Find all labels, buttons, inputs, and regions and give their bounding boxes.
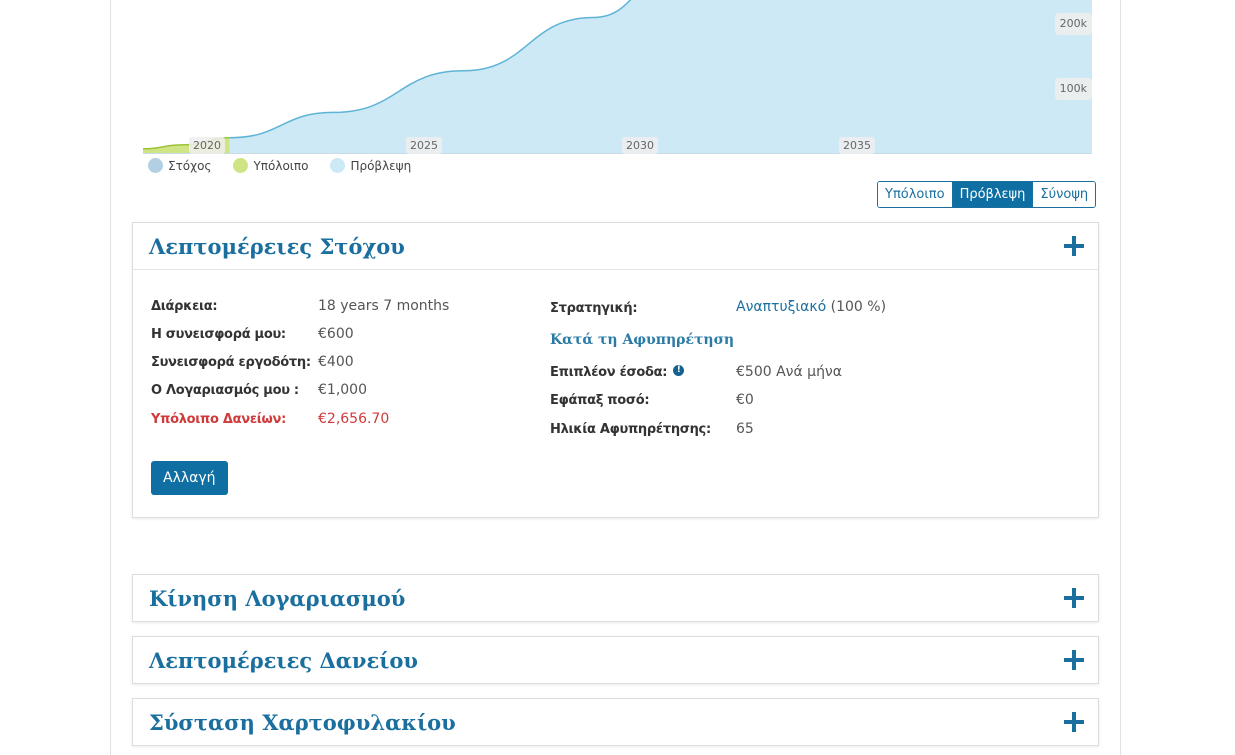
my-account-value: €1,000 [318, 382, 367, 398]
legend-label: Υπόλοιπο [253, 158, 309, 173]
forecast-area [229, 0, 1092, 154]
legend-dot-icon [233, 158, 249, 173]
x-tick-label: 2025 [406, 137, 442, 154]
loan-details-header[interactable]: Λεπτομέρειες Δανείου [133, 637, 1098, 683]
x-tick-label: 2030 [622, 137, 658, 154]
loan-balance-label: Υπόλοιπο Δανείων: [151, 412, 286, 427]
employer-contribution-label: Συνεισφορά εργοδότη: [151, 355, 311, 370]
toggle-summary-button[interactable]: Σύνοψη [1033, 182, 1096, 207]
my-contribution-value: €600 [318, 326, 354, 342]
duration-label: Διάρκεια: [151, 299, 218, 314]
expand-plus-icon[interactable] [1064, 650, 1084, 670]
change-button[interactable]: Αλλαγή [151, 461, 228, 495]
portfolio-recommendation-header[interactable]: Σύσταση Χαρτοφυλακίου [133, 699, 1098, 745]
panel-title: Σύσταση Χαρτοφυλακίου [149, 709, 456, 735]
strategy-link[interactable]: Αναπτυξιακό [736, 299, 826, 315]
y-tick-label: 200k [1054, 13, 1092, 35]
account-movement-panel: Κίνηση Λογαριασμού [132, 574, 1099, 622]
retirement-heading: Κατά τη Αφυπηρέτηση [550, 332, 735, 348]
chart-svg [142, 0, 1092, 154]
legend-dot-icon [148, 158, 163, 173]
x-tick-label: 2020 [189, 137, 225, 154]
legend-label: Στόχος [168, 158, 212, 173]
goal-details-panel: Λεπτομέρειες Στόχου Διάρκεια: 18 years 7… [132, 222, 1099, 518]
panel-title: Λεπτομέρειες Δανείου [149, 647, 418, 673]
my-contribution-label: Η συνεισφορά μου: [151, 327, 286, 342]
panel-title: Κίνηση Λογαριασμού [149, 585, 406, 611]
portfolio-recommendation-panel: Σύσταση Χαρτοφυλακίου [132, 698, 1099, 746]
extra-income-label: Επιπλέον έσοδα:! [550, 365, 685, 380]
legend-item-target[interactable]: Στόχος [148, 158, 211, 173]
toggle-balance-button[interactable]: Υπόλοιπο [878, 182, 953, 207]
goal-details-header[interactable]: Λεπτομέρειες Στόχου [133, 223, 1098, 269]
legend-item-forecast[interactable]: Πρόβλεψη [330, 158, 411, 173]
extra-income-label-text: Επιπλέον έσοδα: [550, 365, 668, 380]
y-tick-label: 100k [1054, 78, 1092, 100]
employer-contribution-value: €400 [318, 354, 354, 370]
chart-legend: Στόχος Υπόλοιπο Πρόβλεψη [148, 158, 411, 173]
retirement-age-label: Ηλικία Αφυπηρέτησης: [550, 422, 711, 437]
panel-title: Λεπτομέρειες Στόχου [149, 233, 405, 259]
loan-details-panel: Λεπτομέρειες Δανείου [132, 636, 1099, 684]
extra-income-value: €500 Ανά μήνα [736, 364, 842, 380]
info-icon[interactable]: ! [673, 365, 685, 376]
lump-sum-label: Εφάπαξ ποσό: [550, 393, 650, 408]
projection-chart: 2020 2025 2030 2035 200k 100k [142, 0, 1092, 154]
strategy-value: Αναπτυξιακό (100 %) [736, 299, 886, 315]
expand-plus-icon[interactable] [1064, 712, 1084, 732]
legend-dot-icon [330, 158, 346, 173]
lump-sum-value: €0 [736, 392, 754, 408]
goal-details-body: Διάρκεια: 18 years 7 months Η συνεισφορά… [133, 269, 1098, 517]
retirement-age-value: 65 [736, 421, 754, 437]
chart-view-toggle: Υπόλοιπο Πρόβλεψη Σύνοψη [877, 181, 1097, 208]
strategy-label: Στρατηγική: [550, 301, 638, 316]
legend-label: Πρόβλεψη [350, 158, 412, 173]
loan-balance-value: €2,656.70 [318, 411, 390, 427]
legend-item-balance[interactable]: Υπόλοιπο [233, 158, 308, 173]
account-movement-header[interactable]: Κίνηση Λογαριασμού [133, 575, 1098, 621]
toggle-forecast-button[interactable]: Πρόβλεψη [952, 182, 1034, 207]
strategy-percentage: (100 %) [830, 299, 887, 315]
duration-value: 18 years 7 months [318, 298, 450, 314]
expand-plus-icon[interactable] [1064, 236, 1084, 256]
expand-plus-icon[interactable] [1064, 588, 1084, 608]
x-tick-label: 2035 [839, 137, 875, 154]
my-account-label: Ο Λογαριασμός μου : [151, 383, 299, 398]
